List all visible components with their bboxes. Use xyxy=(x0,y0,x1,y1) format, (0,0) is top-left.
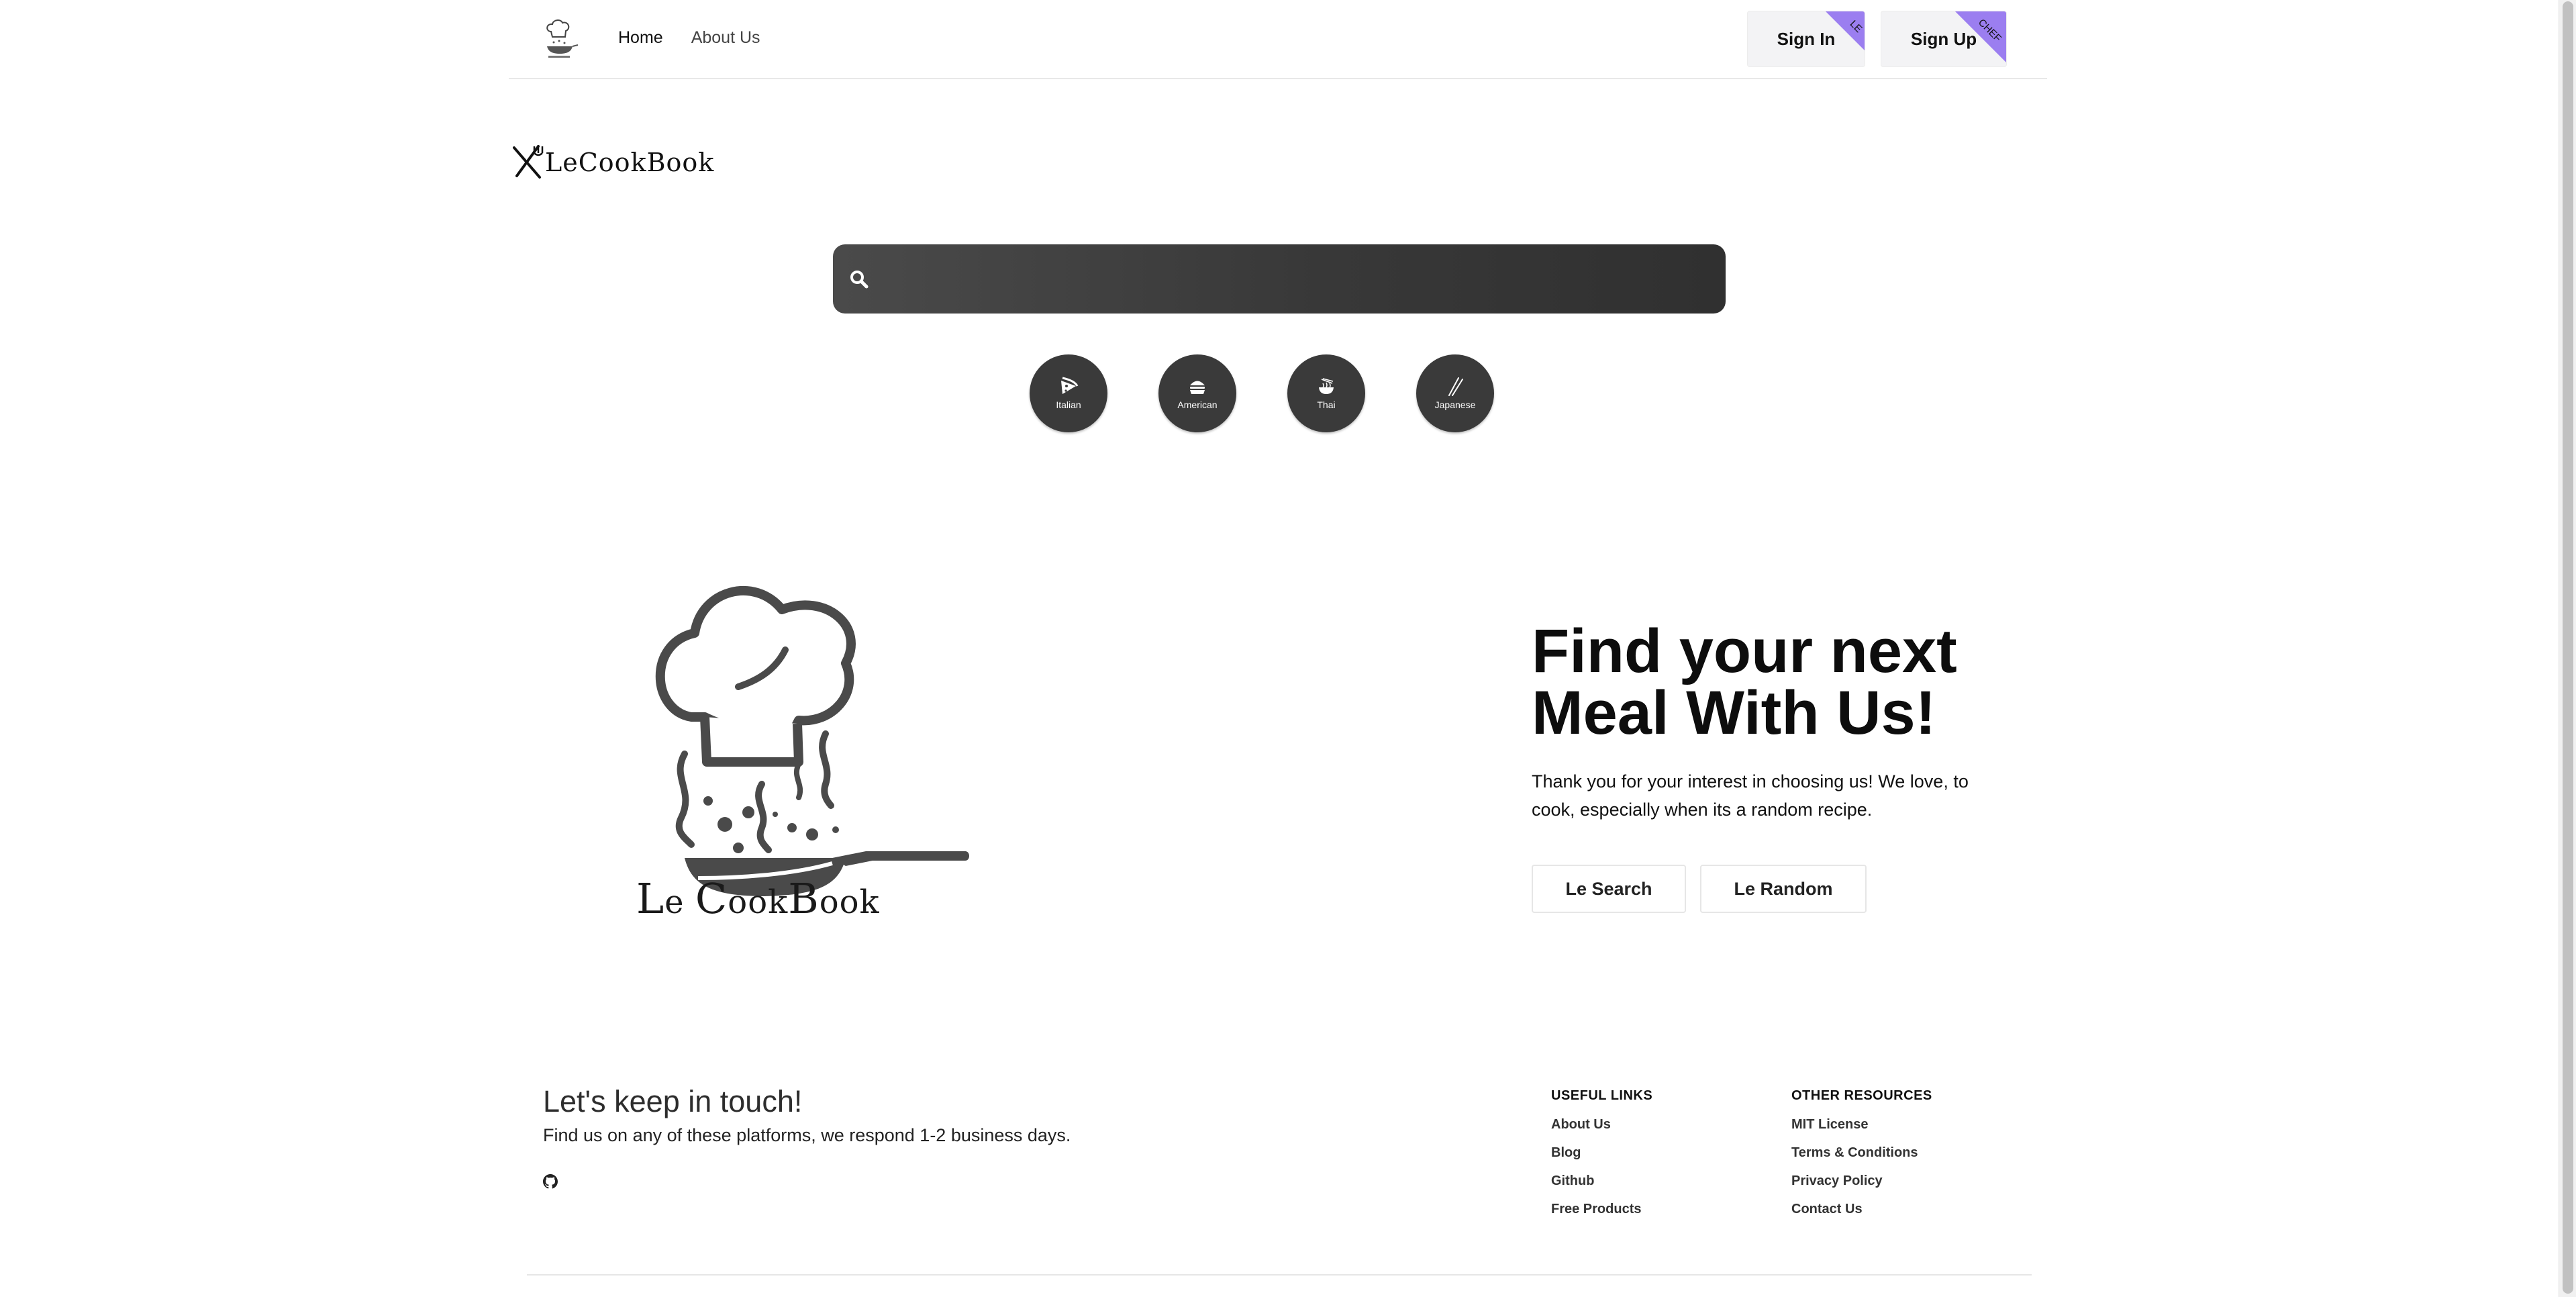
hero-title: Find your next Meal With Us! xyxy=(1532,617,1957,747)
footer-link-terms[interactable]: Terms & Conditions xyxy=(1791,1145,1932,1160)
cuisine-american-button[interactable]: American xyxy=(1158,354,1236,432)
noodle-bowl-icon xyxy=(1319,378,1334,394)
hero-logo-text: Le CookBook xyxy=(636,874,880,923)
brand[interactable]: LeCookBook xyxy=(510,144,714,181)
useful-links: USEFUL LINKS About Us Blog Github Free P… xyxy=(1551,1088,1652,1230)
nav-link-about-us[interactable]: About Us xyxy=(691,28,760,48)
vertical-scrollbar[interactable] xyxy=(2559,0,2576,1297)
footer-divider xyxy=(527,1274,2032,1276)
footer-link-blog[interactable]: Blog xyxy=(1551,1145,1652,1160)
sign-up-button[interactable]: Sign Up CHEF xyxy=(1881,11,2007,67)
footer-link-contact-us[interactable]: Contact Us xyxy=(1791,1202,1932,1216)
le-random-button[interactable]: Le Random xyxy=(1700,865,1867,913)
cuisine-label: Japanese xyxy=(1434,399,1476,410)
footer-link-free-products[interactable]: Free Products xyxy=(1551,1202,1652,1216)
hero-description: Thank you for your interest in choosing … xyxy=(1532,771,1969,820)
cuisine-list: Italian American Thai Japanese xyxy=(1030,354,1494,432)
cuisine-label: Thai xyxy=(1317,399,1336,410)
other-resources: OTHER RESOURCES MIT License Terms & Cond… xyxy=(1791,1088,1932,1230)
burger-icon xyxy=(1190,381,1205,394)
footer-link-privacy[interactable]: Privacy Policy xyxy=(1791,1173,1932,1188)
footer-link-about-us[interactable]: About Us xyxy=(1551,1117,1652,1132)
github-icon[interactable] xyxy=(543,1174,558,1189)
search-bar[interactable] xyxy=(833,244,1726,314)
useful-links-heading: USEFUL LINKS xyxy=(1551,1088,1653,1103)
footer-link-github[interactable]: Github xyxy=(1551,1173,1652,1188)
chef-logo-icon[interactable] xyxy=(539,17,579,60)
search-icon xyxy=(850,270,869,288)
cuisine-italian-button[interactable]: Italian xyxy=(1030,354,1107,432)
footer-link-mit-license[interactable]: MIT License xyxy=(1791,1117,1932,1132)
chopsticks-icon xyxy=(1448,377,1463,396)
brand-name: LeCookBook xyxy=(545,148,715,177)
cuisine-label: Italian xyxy=(1056,399,1081,410)
cuisine-label: American xyxy=(1177,399,1218,410)
cuisine-japanese-button[interactable]: Japanese xyxy=(1416,354,1494,432)
nav-link-home[interactable]: Home xyxy=(618,28,663,48)
navbar: Home About Us Sign In LE Sign Up CHEF xyxy=(509,0,2047,79)
other-resources-heading: OTHER RESOURCES xyxy=(1791,1088,1932,1103)
search-input[interactable] xyxy=(883,244,1726,314)
cuisine-thai-button[interactable]: Thai xyxy=(1287,354,1365,432)
footer-title: Let's keep in touch! xyxy=(543,1084,803,1118)
le-search-button[interactable]: Le Search xyxy=(1532,865,1686,913)
footer-subtitle: Find us on any of these platforms, we re… xyxy=(543,1125,1071,1145)
fork-knife-icon xyxy=(513,145,544,179)
scrollbar-thumb[interactable] xyxy=(2563,1,2573,1294)
pizza-icon xyxy=(1061,377,1079,394)
sign-in-button[interactable]: Sign In LE xyxy=(1747,11,1865,67)
